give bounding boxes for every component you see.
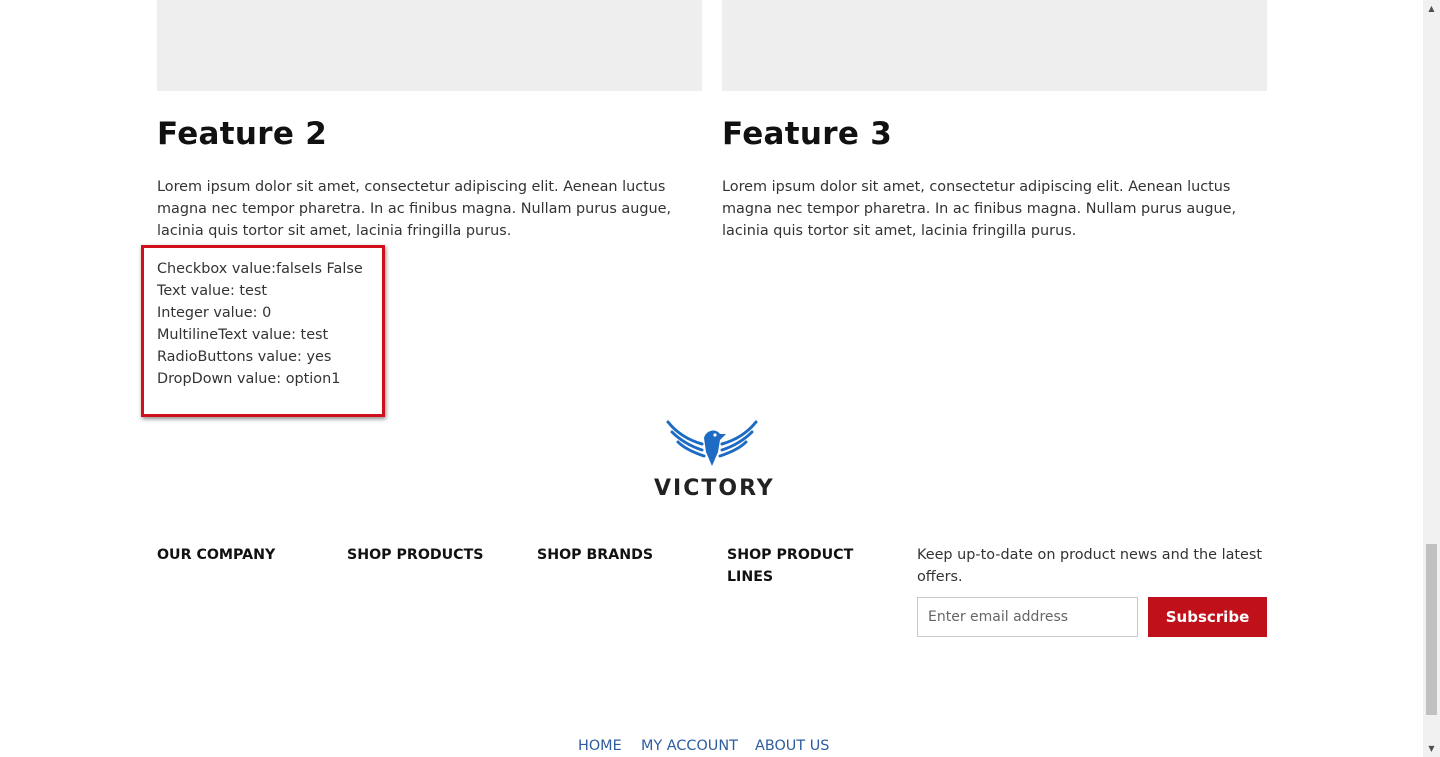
scroll-up-arrow-icon[interactable]: ▲ — [1423, 0, 1440, 17]
nav-link-about-us[interactable]: ABOUT US — [755, 738, 829, 754]
multiline-text-value: MultilineText value: test — [157, 327, 329, 343]
integer-value: Integer value: 0 — [157, 305, 272, 321]
footer-col-shop-products[interactable]: SHOP PRODUCTS — [347, 544, 483, 566]
logo-wordmark: VICTORY — [654, 476, 775, 501]
footer-col-shop-brands[interactable]: SHOP BRANDS — [537, 544, 653, 566]
feature-2-image — [157, 0, 702, 91]
checkbox-value: Checkbox value:falseIs False — [157, 261, 363, 277]
text-value: Text value: test — [157, 283, 268, 299]
feature-2-title: Feature 2 — [157, 116, 328, 152]
nav-link-my-account[interactable]: MY ACCOUNT — [641, 738, 738, 754]
subscribe-button[interactable]: Subscribe — [1148, 597, 1267, 637]
newsletter-text: Keep up-to-date on product news and the … — [917, 547, 1263, 585]
dropdown-value: DropDown value: option1 — [157, 371, 341, 387]
radio-buttons-value: RadioButtons value: yes — [157, 349, 332, 365]
nav-link-home[interactable]: HOME — [578, 738, 622, 754]
feature-3-title: Feature 3 — [722, 116, 893, 152]
footer-col-our-company[interactable]: OUR COMPANY — [157, 544, 275, 566]
feature-3-text: Lorem ipsum dolor sit amet, consectetur … — [722, 179, 1237, 239]
footer-col-shop-product-lines[interactable]: SHOP PRODUCT LINES — [727, 544, 877, 588]
feature-2-text: Lorem ipsum dolor sit amet, consectetur … — [157, 179, 672, 239]
scrollbar-thumb[interactable] — [1426, 544, 1437, 715]
page-scrollbar[interactable]: ▲ ▼ — [1423, 0, 1440, 757]
field-values-list: Checkbox value:falseIs False Text value:… — [157, 258, 363, 390]
eagle-wings-logo-icon — [666, 420, 758, 466]
victory-logo[interactable]: VICTORY — [654, 418, 775, 504]
email-input[interactable] — [917, 597, 1138, 637]
scroll-down-arrow-icon[interactable]: ▼ — [1423, 740, 1440, 757]
feature-3-image — [722, 0, 1267, 91]
